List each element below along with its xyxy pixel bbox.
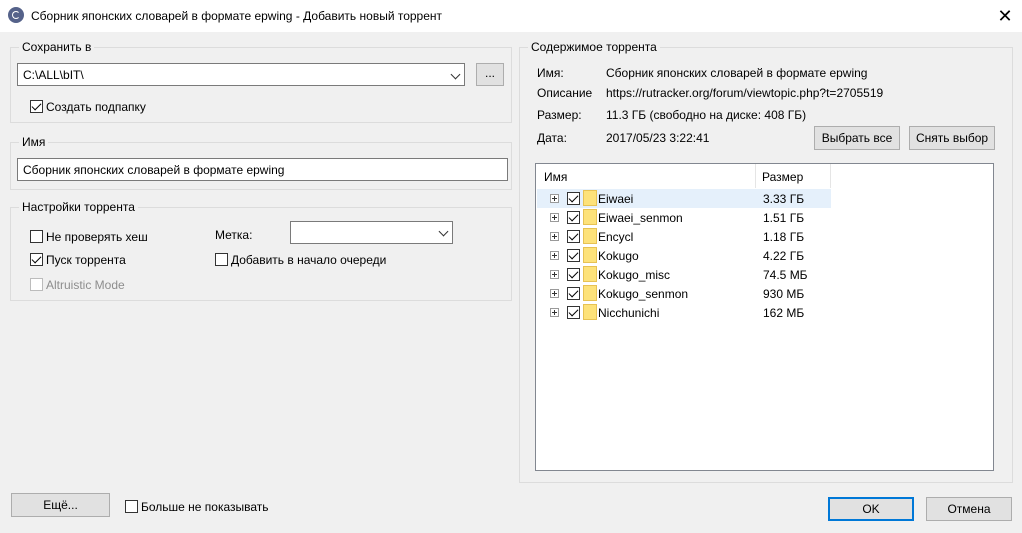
cancel-button[interactable]: Отмена: [926, 497, 1012, 521]
info-date-value: 2017/05/23 3:22:41: [606, 131, 710, 145]
app-icon: [8, 7, 24, 23]
info-size-key: Размер:: [537, 108, 582, 122]
create-subfolder-label: Создать подпапку: [46, 100, 146, 114]
file-name: Eiwaei_senmon: [598, 211, 683, 225]
torrent-settings-label: Настройки торрента: [19, 200, 138, 214]
folder-icon: [583, 304, 597, 320]
info-name-key: Имя:: [537, 66, 564, 80]
expand-icon[interactable]: [550, 308, 559, 317]
folder-icon: [583, 247, 597, 263]
folder-icon: [583, 266, 597, 282]
file-name: Eiwaei: [598, 192, 634, 206]
files-tree[interactable]: Имя Размер Eiwaei 3.33 ГБ Eiwaei_senmon 1.5…: [535, 163, 994, 471]
expand-icon[interactable]: [550, 232, 559, 241]
save-path-combo[interactable]: C:\ALL\bIT\: [17, 63, 465, 86]
file-name: Kokugo_senmon: [598, 287, 689, 301]
start-torrent-label: Пуск торрента: [46, 253, 126, 267]
expand-icon[interactable]: [550, 194, 559, 203]
name-label: Имя: [19, 135, 49, 149]
browse-button[interactable]: ...: [476, 63, 504, 86]
name-input-value: Сборник японских словарей в формате epwi…: [23, 163, 285, 177]
file-checkbox[interactable]: [567, 306, 580, 319]
file-size: 162 МБ: [763, 306, 805, 320]
file-size: 1.51 ГБ: [763, 211, 805, 225]
file-row[interactable]: Nicchunichi 162 МБ: [537, 303, 831, 322]
file-name: Encycl: [598, 230, 634, 244]
file-size: 74.5 МБ: [763, 268, 808, 282]
info-desc-key: Описание: [537, 86, 593, 100]
file-row[interactable]: Kokugo 4.22 ГБ: [537, 246, 831, 265]
ok-button[interactable]: OK: [828, 497, 914, 521]
file-size: 930 МБ: [763, 287, 805, 301]
file-checkbox[interactable]: [567, 268, 580, 281]
start-torrent-checkbox[interactable]: [30, 253, 43, 266]
file-size: 3.33 ГБ: [763, 192, 805, 206]
altruistic-label: Altruistic Mode: [46, 278, 125, 292]
close-icon[interactable]: ✕: [990, 4, 1020, 28]
chevron-down-icon: [450, 69, 461, 80]
file-checkbox[interactable]: [567, 287, 580, 300]
column-size-label: Размер: [762, 170, 804, 184]
dont-show-label: Больше не показывать: [141, 500, 269, 514]
file-row[interactable]: Kokugo_senmon 930 МБ: [537, 284, 831, 303]
folder-icon: [583, 285, 597, 301]
create-subfolder-checkbox[interactable]: [30, 100, 43, 113]
file-name: Kokugo_misc: [598, 268, 671, 282]
file-checkbox[interactable]: [567, 211, 580, 224]
label-combo[interactable]: [290, 221, 453, 244]
expand-icon[interactable]: [550, 251, 559, 260]
skip-hash-label: Не проверять хеш: [46, 230, 148, 244]
dont-show-checkbox[interactable]: [125, 500, 138, 513]
column-name-label: Имя: [544, 170, 568, 184]
save-path-value: C:\ALL\bIT\: [23, 68, 84, 82]
expand-icon[interactable]: [550, 270, 559, 279]
file-checkbox[interactable]: [567, 230, 580, 243]
name-input[interactable]: Сборник японских словарей в формате epwi…: [17, 158, 508, 181]
select-all-button[interactable]: Выбрать все: [814, 126, 900, 150]
file-row[interactable]: Eiwaei 3.33 ГБ: [537, 189, 831, 208]
add-to-top-checkbox[interactable]: [215, 253, 228, 266]
info-size-value: 11.3 ГБ (свободно на диске: 408 ГБ): [606, 108, 807, 122]
file-size: 1.18 ГБ: [763, 230, 805, 244]
column-header-size[interactable]: Размер: [756, 164, 831, 188]
skip-hash-checkbox[interactable]: [30, 230, 43, 243]
chevron-down-icon: [438, 226, 449, 237]
torrent-content-label: Содержимое торрента: [528, 40, 660, 54]
file-row[interactable]: Eiwaei_senmon 1.51 ГБ: [537, 208, 831, 227]
file-checkbox[interactable]: [567, 192, 580, 205]
info-desc-value: https://rutracker.org/forum/viewtopic.ph…: [606, 86, 884, 100]
expand-icon[interactable]: [550, 213, 559, 222]
file-checkbox[interactable]: [567, 249, 580, 262]
altruistic-checkbox[interactable]: [30, 278, 43, 291]
info-date-key: Дата:: [537, 131, 567, 145]
label-caption: Метка:: [215, 228, 253, 242]
info-name-value: Сборник японских словарей в формате epwi…: [606, 66, 868, 80]
title-bar: Сборник японских словарей в формате epwi…: [0, 0, 1022, 32]
file-size: 4.22 ГБ: [763, 249, 805, 263]
save-to-label: Сохранить в: [19, 40, 95, 54]
add-to-top-label: Добавить в начало очереди: [231, 253, 387, 267]
window-title: Сборник японских словарей в формате epwi…: [31, 9, 443, 23]
expand-icon[interactable]: [550, 289, 559, 298]
file-row[interactable]: Kokugo_misc 74.5 МБ: [537, 265, 831, 284]
file-row[interactable]: Encycl 1.18 ГБ: [537, 227, 831, 246]
folder-icon: [583, 209, 597, 225]
deselect-button[interactable]: Снять выбор: [909, 126, 995, 150]
more-button[interactable]: Ещё...: [11, 493, 110, 517]
folder-icon: [583, 190, 597, 206]
file-name: Kokugo: [598, 249, 639, 263]
folder-icon: [583, 228, 597, 244]
column-header-name[interactable]: Имя: [536, 164, 756, 188]
file-name: Nicchunichi: [598, 306, 660, 320]
